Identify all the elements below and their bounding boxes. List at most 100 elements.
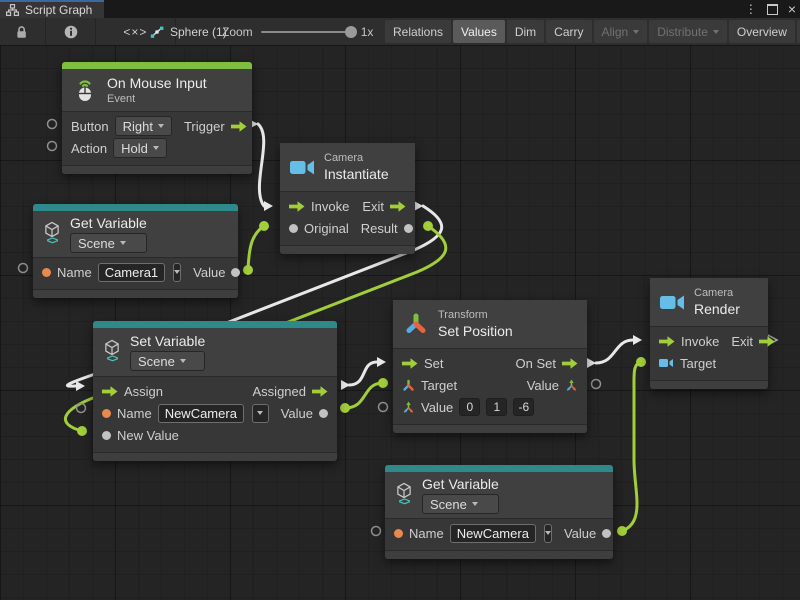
distribute-button[interactable]: Distribute: [649, 20, 727, 43]
variable-name-input[interactable]: Camera1: [98, 263, 165, 282]
dim-button[interactable]: Dim: [507, 20, 544, 43]
new-value-label: New Value: [117, 428, 179, 443]
flow-arrow-icon[interactable]: [231, 121, 247, 132]
name-port[interactable]: [102, 409, 111, 418]
script-graph-window: Script Graph ⋮ ×: [0, 0, 800, 600]
assigned-label: Assigned: [253, 384, 306, 399]
value-out-label: Value: [527, 378, 559, 393]
unity-variable-icon: <>: [103, 339, 121, 365]
flow-arrow-icon[interactable]: [289, 201, 305, 212]
window-menu-icon[interactable]: ⋮: [745, 3, 757, 15]
exit-label: Exit: [731, 334, 753, 349]
variable-name-picker[interactable]: [544, 524, 552, 543]
zoom-label: Zoom: [222, 25, 253, 39]
value-port[interactable]: [231, 268, 240, 277]
flow-arrow-icon[interactable]: [659, 336, 675, 347]
variable-name-picker[interactable]: [252, 404, 269, 423]
new-value-port[interactable]: [102, 431, 111, 440]
inspect-button[interactable]: [50, 18, 92, 45]
value-port[interactable]: [602, 529, 611, 538]
tab-title: Script Graph: [25, 3, 92, 17]
node-set-position[interactable]: Transform Set Position Set On Set: [393, 300, 587, 433]
node-get-variable-camera1[interactable]: <> Get Variable Scene Name Camera1 Value: [33, 204, 238, 298]
variable-scope-dropdown[interactable]: Scene: [130, 351, 205, 371]
node-title: Set Variable: [130, 333, 205, 349]
chevron-down-icon: [257, 411, 263, 415]
relations-button[interactable]: Relations: [385, 20, 451, 43]
overview-button[interactable]: Overview: [729, 20, 795, 43]
event-color-bar: [62, 62, 252, 69]
mouse-action-dropdown[interactable]: Hold: [113, 138, 167, 158]
graph-toolbar: <×> Sphere (1) Zoom 1x Relations Values …: [0, 18, 800, 46]
carry-button[interactable]: Carry: [546, 20, 591, 43]
node-on-mouse-input[interactable]: On Mouse Input Event Button Right Trigge…: [62, 62, 252, 174]
flow-arrow-icon[interactable]: [562, 358, 578, 369]
chevron-down-icon: [158, 124, 164, 128]
variable-name-picker[interactable]: [173, 263, 181, 282]
flow-arrow-icon[interactable]: [312, 386, 328, 397]
result-port[interactable]: [404, 224, 413, 233]
assign-label: Assign: [124, 384, 163, 399]
node-set-variable[interactable]: <> Set Variable Scene Assign Assigned: [93, 321, 337, 461]
info-icon: [64, 25, 78, 39]
zoom-slider-handle[interactable]: [345, 26, 357, 38]
value-in-label: Value: [421, 400, 453, 415]
vector-y-input[interactable]: 1: [486, 398, 507, 416]
camera-port-icon[interactable]: [659, 358, 674, 368]
flow-arrow-icon[interactable]: [102, 386, 118, 397]
variable-scope-dropdown[interactable]: Scene: [70, 233, 147, 253]
node-title: Get Variable: [70, 215, 147, 231]
original-label: Original: [304, 221, 349, 236]
chevron-down-icon: [472, 502, 478, 506]
lock-button[interactable]: [0, 18, 42, 45]
vector3-port-icon[interactable]: [565, 379, 578, 392]
graph-name: Sphere (1): [170, 25, 227, 39]
close-icon[interactable]: ×: [788, 2, 796, 16]
vector3-port-icon[interactable]: [402, 401, 415, 414]
zoom-control: Zoom 1x: [222, 18, 373, 45]
chevron-down-icon: [180, 359, 186, 363]
values-button[interactable]: Values: [453, 20, 505, 43]
invoke-label: Invoke: [681, 334, 719, 349]
button-label: Button: [71, 119, 109, 134]
action-label: Action: [71, 141, 107, 156]
original-port[interactable]: [289, 224, 298, 233]
chevron-down-icon: [174, 270, 180, 274]
node-title: Render: [694, 301, 740, 317]
flow-arrow-icon[interactable]: [759, 336, 775, 347]
variable-scope-dropdown[interactable]: Scene: [422, 494, 499, 514]
graph-canvas[interactable]: On Mouse Input Event Button Right Trigge…: [0, 45, 800, 600]
zoom-slider[interactable]: [261, 31, 353, 33]
wire-assigned-set: [349, 362, 377, 385]
vector-z-input[interactable]: -6: [513, 398, 534, 416]
transform-icon: [403, 311, 429, 337]
name-port[interactable]: [394, 529, 403, 538]
target-label: Target: [680, 356, 716, 371]
flow-arrow-icon[interactable]: [402, 358, 418, 369]
align-button[interactable]: Align: [594, 20, 648, 43]
value-port[interactable]: [319, 409, 328, 418]
tab-script-graph[interactable]: Script Graph: [0, 0, 104, 18]
flow-arrow-icon[interactable]: [390, 201, 406, 212]
wire-onset-invoke: [596, 340, 633, 363]
node-subtitle: Event: [107, 93, 207, 105]
vector-x-input[interactable]: 0: [459, 398, 480, 416]
chevron-down-icon: [545, 531, 551, 535]
node-category: Transform: [438, 309, 513, 321]
chevron-down-icon: [713, 30, 719, 34]
transform-port-icon[interactable]: [402, 379, 415, 392]
node-camera-render[interactable]: Camera Render Invoke Exit: [650, 278, 768, 389]
mouse-icon: [72, 77, 98, 103]
mouse-button-dropdown[interactable]: Right: [115, 116, 172, 136]
maximize-icon[interactable]: [767, 4, 778, 15]
chevron-down-icon: [633, 30, 639, 34]
name-port[interactable]: [42, 268, 51, 277]
graph-breadcrumb[interactable]: Sphere (1): [150, 18, 227, 45]
variable-name-input[interactable]: NewCamera: [158, 404, 244, 423]
invoke-label: Invoke: [311, 199, 349, 214]
name-label: Name: [117, 406, 152, 421]
variable-name-input[interactable]: NewCamera: [450, 524, 536, 543]
node-get-variable-newcamera[interactable]: <> Get Variable Scene Name NewCamera Val…: [385, 465, 613, 559]
node-camera-instantiate[interactable]: Camera Instantiate Invoke Exit: [280, 143, 415, 254]
chevron-down-icon: [153, 146, 159, 150]
